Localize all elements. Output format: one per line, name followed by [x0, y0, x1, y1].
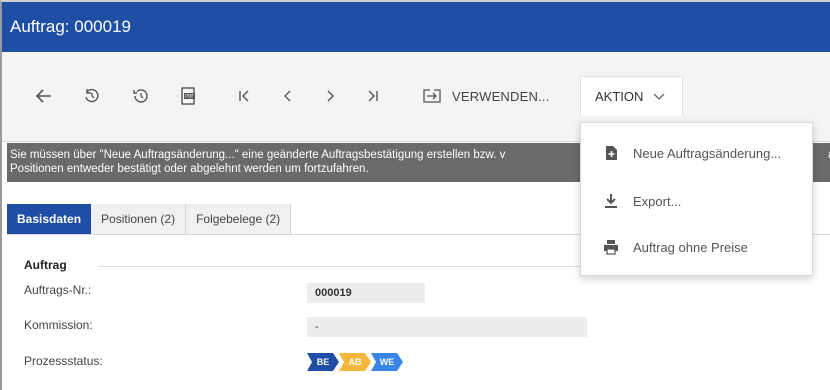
pdf-icon[interactable]: PDF — [174, 82, 202, 110]
next-icon[interactable] — [316, 82, 344, 110]
section-title: Auftrag — [24, 258, 67, 272]
menu-item-export[interactable]: Export... — [581, 181, 814, 221]
process-step-be: BE — [307, 353, 339, 371]
printer-icon — [604, 240, 618, 255]
toolbar: PDF VERWENDEN... AKTION — [2, 74, 830, 118]
action-label: AKTION — [595, 89, 644, 104]
action-menu: Neue Auftragsänderung... Export... Auftr… — [580, 122, 813, 276]
last-icon[interactable] — [359, 82, 387, 110]
action-dropdown-button[interactable]: AKTION — [580, 76, 683, 116]
svg-text:PDF: PDF — [185, 94, 194, 100]
tab-folgebelege[interactable]: Folgebelege (2) — [186, 204, 292, 234]
history-icon[interactable] — [127, 82, 155, 110]
use-icon — [423, 89, 441, 103]
use-label: VERWENDEN... — [452, 88, 550, 104]
new-document-icon — [606, 146, 617, 160]
window-title: Auftrag: 000019 — [2, 2, 830, 52]
process-step-we: WE — [371, 353, 403, 371]
chevron-down-icon — [653, 93, 665, 100]
notice-line1: Sie müssen über "Neue Auftragsänderung..… — [10, 149, 506, 161]
menu-item-new-order-change[interactable]: Neue Auftragsänderung... — [581, 133, 814, 173]
order-number-value: 000019 — [307, 283, 425, 303]
process-status-label: Prozessstatus: — [24, 354, 103, 368]
prev-icon[interactable] — [274, 82, 302, 110]
tab-positionen[interactable]: Positionen (2) — [91, 204, 187, 234]
section-divider — [98, 266, 598, 267]
order-number-label: Auftrags-Nr.: — [24, 283, 92, 297]
use-button[interactable]: VERWENDEN... — [422, 82, 550, 110]
process-status-steps: BE AB WE — [307, 353, 403, 371]
download-icon — [605, 194, 617, 208]
first-icon[interactable] — [230, 82, 258, 110]
menu-item-order-without-prices[interactable]: Auftrag ohne Preise — [581, 227, 814, 267]
undo-clock-icon[interactable] — [78, 82, 106, 110]
tab-bar: Basisdaten Positionen (2) Folgebelege (2… — [7, 204, 292, 234]
window: Auftrag: 000019 PDF VERWENDEN... AKTION … — [0, 0, 830, 390]
back-arrow-icon[interactable] — [30, 82, 58, 110]
process-step-ab: AB — [339, 353, 371, 371]
tab-basisdaten[interactable]: Basisdaten — [7, 204, 92, 234]
commission-value: - — [307, 317, 587, 337]
commission-label: Kommission: — [24, 318, 93, 332]
